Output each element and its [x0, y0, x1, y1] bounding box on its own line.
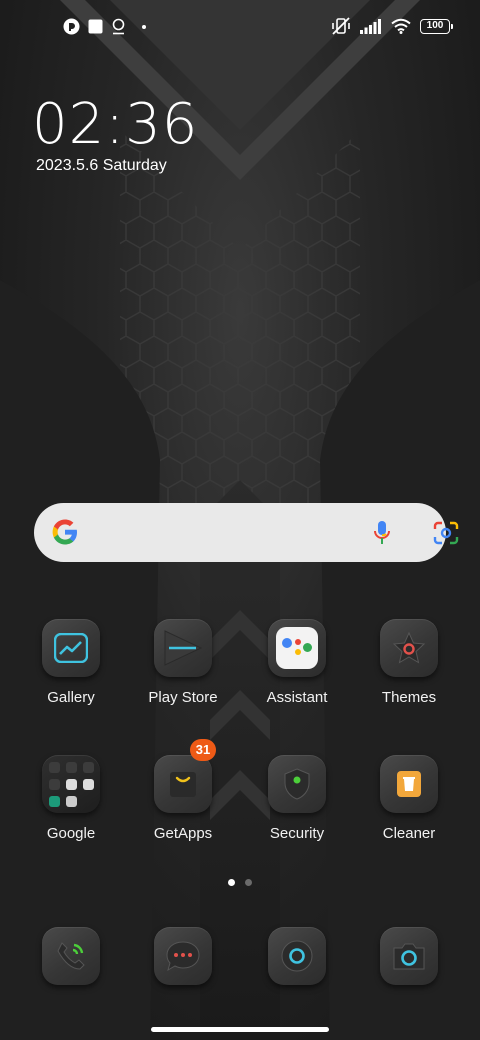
dock-camera[interactable]	[354, 927, 464, 985]
dock-messaging[interactable]	[128, 927, 238, 985]
battery-icon: 100	[420, 18, 453, 34]
home-indicator[interactable]	[151, 1027, 329, 1032]
app-label: Cleaner	[382, 825, 436, 842]
google-folder-icon	[42, 755, 100, 813]
signal-icon	[360, 18, 381, 34]
mic-icon[interactable]	[373, 520, 391, 546]
app-security[interactable]: Security	[242, 755, 352, 842]
wifi-icon	[391, 18, 411, 34]
cleaner-icon	[380, 755, 438, 813]
themes-icon	[380, 619, 438, 677]
app-themes[interactable]: Themes	[354, 619, 464, 706]
app-label: Play Store	[148, 689, 218, 706]
page-indicator	[228, 879, 252, 886]
messaging-icon	[154, 927, 212, 985]
app-cleaner[interactable]: Cleaner	[354, 755, 464, 842]
camera-icon	[380, 927, 438, 985]
location-pin-icon	[112, 18, 125, 35]
app-label: Security	[269, 825, 325, 842]
getapps-icon: 31	[154, 739, 216, 813]
dock-phone[interactable]	[16, 927, 126, 985]
app-gallery[interactable]: Gallery	[16, 619, 126, 706]
app-getapps[interactable]: 31 GetApps	[128, 739, 238, 842]
notification-badge: 31	[190, 739, 216, 761]
app-assistant[interactable]: Assistant	[242, 619, 352, 706]
browser-icon	[268, 927, 326, 985]
lens-icon[interactable]	[433, 521, 459, 545]
mute-vibrate-icon	[332, 17, 350, 35]
security-icon	[268, 755, 326, 813]
page-dot-2[interactable]	[245, 879, 252, 886]
app-label: Gallery	[47, 689, 95, 706]
status-bar: 100	[0, 0, 480, 56]
status-left	[63, 18, 146, 35]
assistant-icon	[268, 619, 326, 677]
app-label: Themes	[381, 689, 437, 706]
app-label: GetApps	[153, 825, 213, 842]
app-label: Google	[46, 825, 96, 842]
clock-date[interactable]: 2023.5.6 Saturday	[36, 157, 167, 175]
dot-icon	[142, 24, 146, 29]
page-dot-1[interactable]	[228, 879, 235, 886]
app-play-store[interactable]: Play Store	[128, 619, 238, 706]
clock-time[interactable]: 02:36	[32, 92, 198, 157]
play-store-icon	[154, 619, 212, 677]
status-right: 100	[331, 17, 453, 35]
google-search-bar[interactable]	[34, 503, 459, 562]
app-label: Assistant	[266, 689, 328, 706]
app-notification-icon	[63, 18, 80, 35]
dock-browser[interactable]	[242, 927, 352, 985]
phone-icon	[42, 927, 100, 985]
google-g-icon	[52, 519, 77, 545]
square-icon	[88, 19, 103, 34]
app-google-folder[interactable]: Google	[16, 755, 126, 842]
gallery-icon	[42, 619, 100, 677]
